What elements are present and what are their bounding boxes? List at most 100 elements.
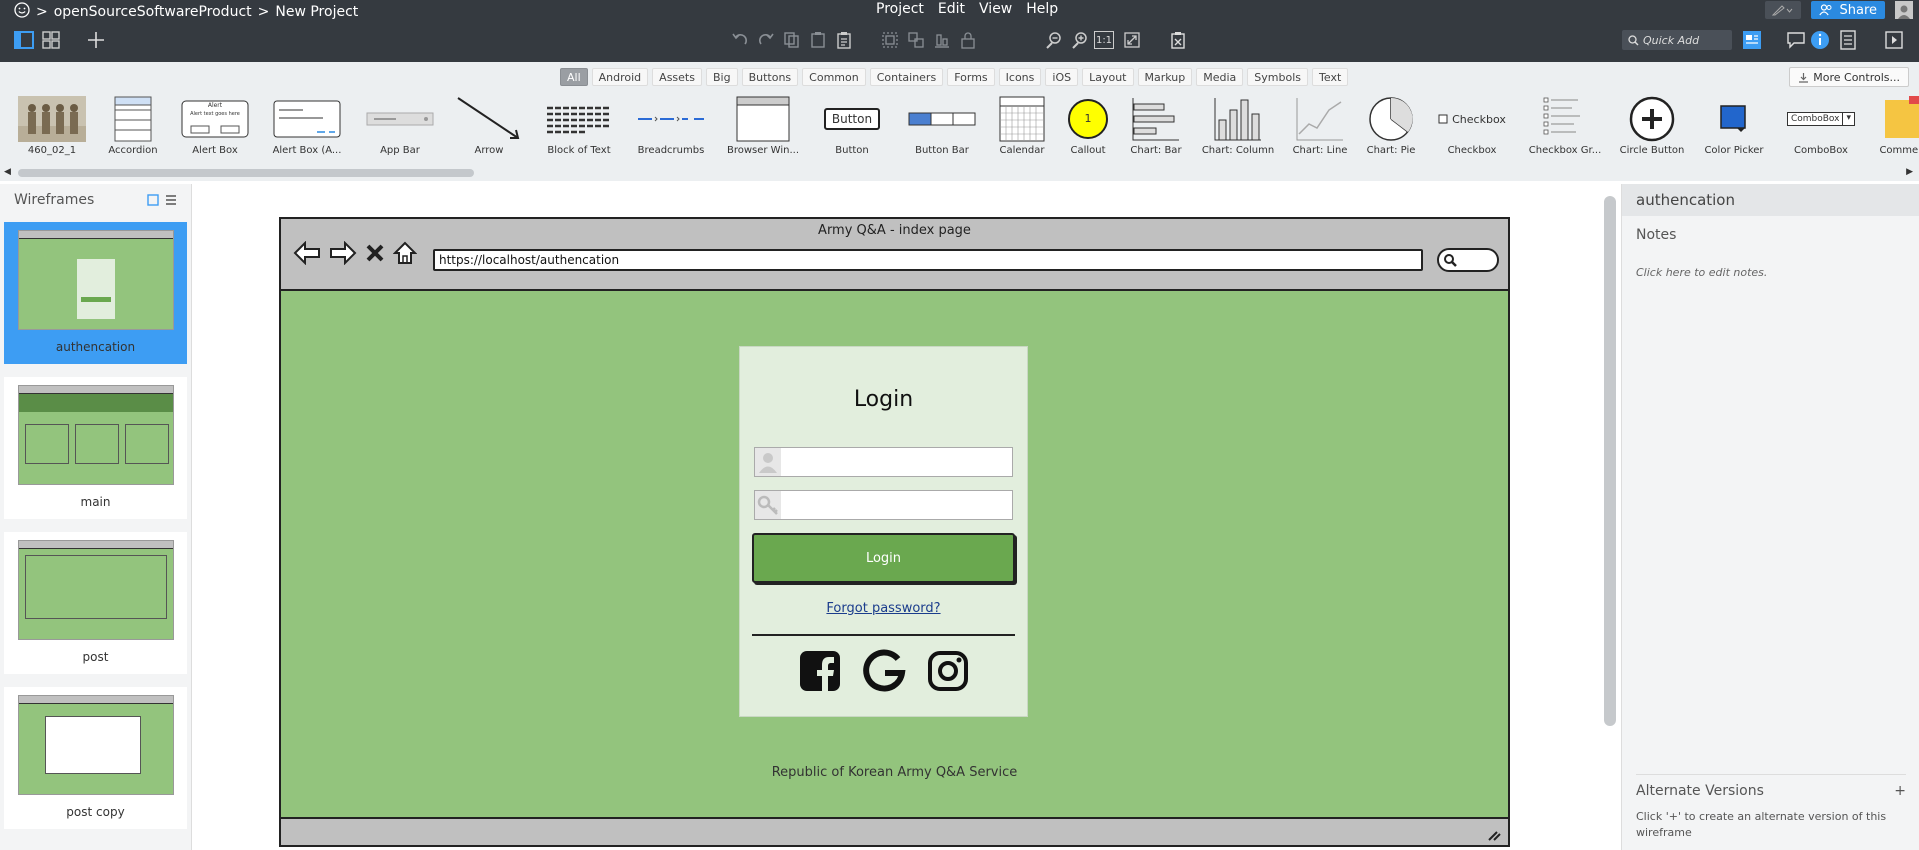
group-icon[interactable] [878,28,902,52]
info-icon[interactable] [1808,28,1832,52]
filter-buttons[interactable]: Buttons [741,68,799,86]
library-item-block-of-text[interactable]: Block of Text [539,95,619,161]
quick-add-input[interactable]: Quick Add [1622,30,1732,50]
filter-android[interactable]: Android [591,68,649,86]
filter-symbols[interactable]: Symbols [1247,68,1309,86]
copy-icon[interactable] [780,28,804,52]
library-item-image[interactable]: 460_02_1 [12,95,92,161]
filter-assets[interactable]: Assets [652,68,702,86]
zoom-actual-size-button[interactable]: 1:1 [1094,31,1114,49]
library-item-button[interactable]: Button Button [812,95,892,161]
notes-panel-icon[interactable] [1836,28,1860,52]
lock-icon[interactable] [956,28,980,52]
wireframe-thumbnail-post[interactable]: post [4,532,187,674]
library-item-accordion[interactable]: Accordion [93,95,173,161]
undo-icon[interactable] [728,28,752,52]
ungroup-icon[interactable] [904,28,928,52]
library-item-circle-button[interactable]: Circle Button [1612,95,1692,161]
back-arrow-icon[interactable] [293,241,321,265]
clipboard-close-icon[interactable] [1166,28,1190,52]
forward-arrow-icon[interactable] [329,241,357,265]
canvas-vertical-scrollbar[interactable] [1604,196,1616,726]
library-item-label: Alert Box [192,145,238,156]
filter-ios[interactable]: iOS [1045,68,1079,86]
library-item-alert-box-android[interactable]: Alert Box (A... [267,95,347,161]
thumbnail-view-icon[interactable] [147,194,159,206]
menu-view[interactable]: View [979,1,1012,17]
password-field[interactable] [754,490,1013,520]
align-icon[interactable] [930,28,954,52]
browser-window-mockup[interactable]: Army Q&A - index page https://localhost/… [279,217,1510,847]
breadcrumb-project[interactable]: openSourceSoftwareProduct [54,4,252,20]
library-item-comment[interactable]: Commen [1862,95,1919,161]
library-item-arrow[interactable]: Arrow [449,95,529,161]
wireframe-thumbnail-post-copy[interactable]: post copy [4,687,187,829]
library-item-breadcrumbs[interactable]: Breadcrumbs [631,95,711,161]
fit-to-screen-icon[interactable] [1120,28,1144,52]
wireframe-thumbnail-authencation[interactable]: authencation [4,222,187,364]
browser-search-box[interactable] [1437,248,1499,272]
scroll-right-icon[interactable]: ▶ [1906,167,1913,177]
filter-all[interactable]: All [560,68,588,86]
library-item-alert-box[interactable]: Alert Alert text goes here Alert Box [175,95,255,161]
add-alternate-version-button[interactable]: + [1894,783,1906,799]
library-item-chart-pie[interactable]: Chart: Pie [1351,95,1431,161]
login-button[interactable]: Login [752,533,1015,583]
library-item-combobox[interactable]: ComboBox ▾ ComboBox [1781,95,1861,161]
menu-edit[interactable]: Edit [938,1,965,17]
library-item-checkbox-group[interactable]: Checkbox Gr... [1525,95,1605,161]
single-view-icon[interactable] [12,28,36,52]
library-item-button-bar[interactable]: Button Bar [902,95,982,161]
menu-project[interactable]: Project [876,1,924,17]
filter-media[interactable]: Media [1196,68,1244,86]
library-item-checkbox[interactable]: Checkbox Checkbox [1432,95,1512,161]
home-icon[interactable] [393,241,417,265]
google-icon[interactable] [862,649,906,693]
avatar[interactable] [1895,1,1913,19]
library-scrollbar[interactable]: ▶ ◀ [0,165,1919,181]
grid-view-icon[interactable] [39,28,63,52]
username-field[interactable] [754,447,1013,477]
filter-icons[interactable]: Icons [998,68,1042,86]
filter-big[interactable]: Big [705,68,738,86]
smiley-icon[interactable] [14,2,30,22]
library-item-color-picker[interactable]: Color Picker [1694,95,1774,161]
instagram-icon[interactable] [926,649,970,693]
pen-tool-icon[interactable] [1765,1,1802,19]
resize-handle-icon[interactable] [1486,829,1502,841]
zoom-in-icon[interactable] [1068,28,1092,52]
close-icon[interactable] [365,241,385,265]
filter-text[interactable]: Text [1312,68,1349,86]
library-item-browser-window[interactable]: Browser Win... [723,95,803,161]
menu-help[interactable]: Help [1026,1,1058,17]
list-view-icon[interactable] [165,194,177,206]
facebook-icon[interactable] [798,649,842,693]
breadcrumb-page[interactable]: New Project [275,4,358,20]
library-toggle-icon[interactable] [1740,28,1764,52]
paste-icon[interactable] [832,28,856,52]
filter-markup[interactable]: Markup [1137,68,1193,86]
scroll-left-icon[interactable]: ◀ [4,167,11,177]
presentation-icon[interactable] [1882,28,1906,52]
filter-layout[interactable]: Layout [1082,68,1134,86]
library-item-chart-bar[interactable]: Chart: Bar [1116,95,1196,161]
duplicate-icon[interactable] [806,28,830,52]
zoom-out-icon[interactable] [1042,28,1066,52]
share-button[interactable]: Share [1811,1,1885,19]
comments-icon[interactable] [1784,28,1808,52]
library-item-chart-column[interactable]: Chart: Column [1198,95,1278,161]
library-item-chart-line[interactable]: Chart: Line [1280,95,1360,161]
wireframe-name[interactable]: authencation [1622,184,1919,216]
add-wireframe-icon[interactable] [84,28,108,52]
forgot-password-link[interactable]: Forgot password? [740,601,1027,616]
more-controls-button[interactable]: More Controls... [1789,67,1909,87]
redo-icon[interactable] [754,28,778,52]
filter-containers[interactable]: Containers [869,68,944,86]
notes-edit-area[interactable]: Click here to edit notes. [1636,266,1767,279]
filter-common[interactable]: Common [802,68,866,86]
wireframe-thumbnail-main[interactable]: main [4,377,187,519]
url-bar[interactable]: https://localhost/authencation [433,249,1423,271]
library-scrollbar-thumb[interactable] [18,169,474,177]
filter-forms[interactable]: Forms [947,68,995,86]
library-item-app-bar[interactable]: App Bar [360,95,440,161]
